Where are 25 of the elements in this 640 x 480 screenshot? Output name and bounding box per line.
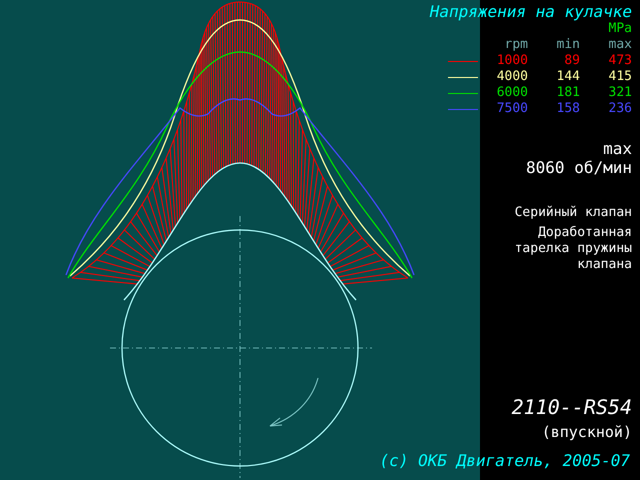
column-header: rpm <box>504 37 528 53</box>
max-value: 415 <box>608 69 632 85</box>
min-value: 89 <box>563 53 580 69</box>
max-label: max <box>603 139 632 158</box>
column-header: min <box>556 37 580 53</box>
note-text: Доработанная тарелка пружины клапана <box>514 225 632 273</box>
rpm-value: 7500 <box>496 101 528 117</box>
max-value: 321 <box>608 85 632 101</box>
min-value: 158 <box>556 101 580 117</box>
column-header: max <box>608 37 632 53</box>
chart-title: Напряжения на кулачке <box>430 2 632 21</box>
engine-model: 2110--RS54 <box>512 395 632 419</box>
engine-type: (впускной) <box>542 423 632 441</box>
max-speed-value: 8060 об/мин <box>526 158 632 177</box>
unit-label: MPa <box>608 21 632 37</box>
min-value: 181 <box>556 85 580 101</box>
rpm-value: 1000 <box>496 53 528 69</box>
max-value: 473 <box>608 53 632 69</box>
copyright-text: (c) ОКБ Двигатель, 2005-07 <box>380 451 630 470</box>
rpm-value: 6000 <box>496 85 528 101</box>
max-value: 236 <box>608 101 632 117</box>
rpm-value: 4000 <box>496 69 528 85</box>
rotation-arrow-icon <box>270 378 318 426</box>
min-value: 144 <box>556 69 580 85</box>
note-text: Серийный клапан <box>514 205 632 221</box>
